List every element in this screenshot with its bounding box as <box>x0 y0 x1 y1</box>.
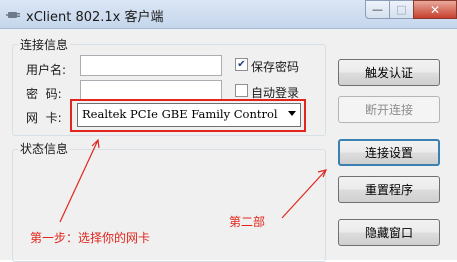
step-one-arrow <box>59 138 100 223</box>
step-one-annotation: 第一步：选择你的网卡 <box>30 231 151 245</box>
step-two-annotation: 第二部 <box>229 215 266 229</box>
client-window: xClient 802.1x 客户端 — □ ✕ 连接信息 用户名: 密 码: … <box>0 0 457 262</box>
step-two-arrow <box>281 169 328 219</box>
